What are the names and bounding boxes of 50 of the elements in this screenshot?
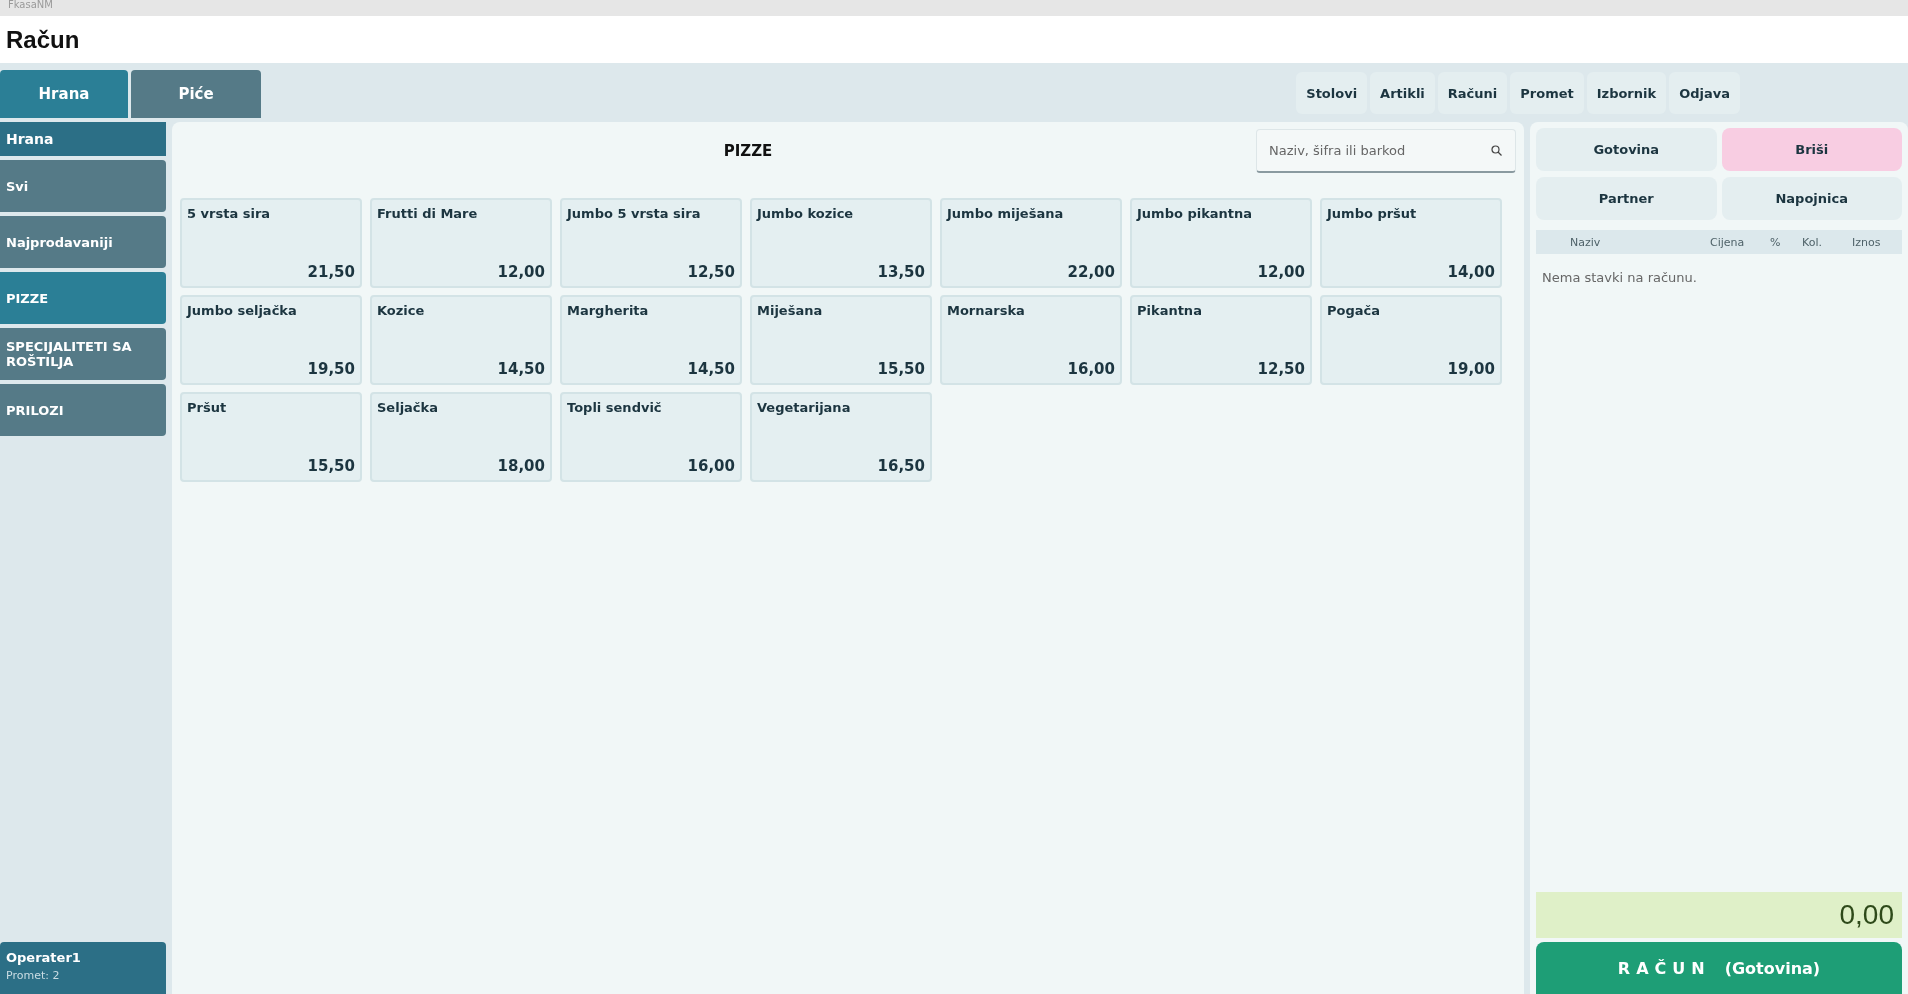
- empty-message: Nema stavki na računu.: [1541, 269, 1698, 287]
- product-tile[interactable]: Margherita 14,50: [560, 295, 742, 385]
- product-tile[interactable]: Jumbo pršut 14,00: [1320, 198, 1502, 288]
- action-button[interactable]: Gotovina: [1536, 128, 1717, 171]
- column-header: Cijena: [1710, 235, 1746, 249]
- column-header: Iznos: [1852, 235, 1882, 249]
- product-tile[interactable]: Vegetarijana 16,50: [750, 392, 932, 482]
- operator-info: Promet: 2: [6, 969, 61, 982]
- group-tab[interactable]: Hrana: [0, 70, 128, 118]
- product-tile[interactable]: Pršut 15,50: [180, 392, 362, 482]
- product-tile[interactable]: Jumbo kozice 13,50: [750, 198, 932, 288]
- nav-button[interactable]: Računi: [1437, 72, 1508, 114]
- action-button[interactable]: Partner: [1536, 177, 1717, 220]
- sidebar-heading: Hrana: [0, 122, 166, 156]
- product-tile[interactable]: Topli sendvič 16,00: [560, 392, 742, 482]
- nav-button[interactable]: Stolovi: [1296, 72, 1368, 114]
- product-tile[interactable]: Frutti di Mare 12,00: [370, 198, 552, 288]
- column-header: Kol.: [1802, 235, 1823, 249]
- search-field[interactable]: Naziv, šifra ili barkod: [1256, 129, 1516, 173]
- group-tab[interactable]: Piće: [131, 70, 261, 118]
- page-title: Račun: [6, 25, 80, 54]
- column-header: Naziv: [1570, 235, 1602, 249]
- product-tile[interactable]: Jumbo 5 vrsta sira 12,50: [560, 198, 742, 288]
- category-item[interactable]: Svi: [0, 160, 166, 212]
- product-tile[interactable]: Jumbo pikantna 12,00: [1130, 198, 1312, 288]
- product-tile[interactable]: Mornarska 16,00: [940, 295, 1122, 385]
- action-button[interactable]: Napojnica: [1721, 177, 1902, 220]
- category-item[interactable]: SPECIJALITETI SA ROŠTILJA: [0, 328, 166, 380]
- product-tile[interactable]: Jumbo seljačka 19,50: [180, 295, 362, 385]
- action-button[interactable]: Briši: [1721, 128, 1902, 171]
- search-icon: [1491, 145, 1502, 156]
- nav-button[interactable]: Izbornik: [1586, 72, 1667, 114]
- window-title: FkasaNM: [8, 0, 53, 10]
- column-header: %: [1770, 235, 1782, 249]
- category-item[interactable]: Najprodavaniji: [0, 216, 166, 268]
- total-amount: 0,00: [1839, 899, 1894, 931]
- category-item[interactable]: PRILOZI: [0, 384, 166, 436]
- product-tile[interactable]: 5 vrsta sira 21,50: [180, 198, 362, 288]
- product-tile[interactable]: Pikantna 12,50: [1130, 295, 1312, 385]
- nav-button[interactable]: Promet: [1510, 72, 1584, 114]
- category-title: PIZZE: [722, 142, 774, 160]
- nav-button[interactable]: Artikli: [1370, 72, 1435, 114]
- product-tile[interactable]: Seljačka 18,00: [370, 392, 552, 482]
- product-tile[interactable]: Jumbo miješana 22,00: [940, 198, 1122, 288]
- product-tile[interactable]: Kozice 14,50: [370, 295, 552, 385]
- product-tile[interactable]: Pogača 19,00: [1320, 295, 1502, 385]
- category-item[interactable]: PIZZE: [0, 272, 166, 324]
- operator-name: Operater1: [6, 950, 82, 965]
- nav-button[interactable]: Odjava: [1669, 72, 1740, 114]
- product-tile[interactable]: Miješana 15,50: [750, 295, 932, 385]
